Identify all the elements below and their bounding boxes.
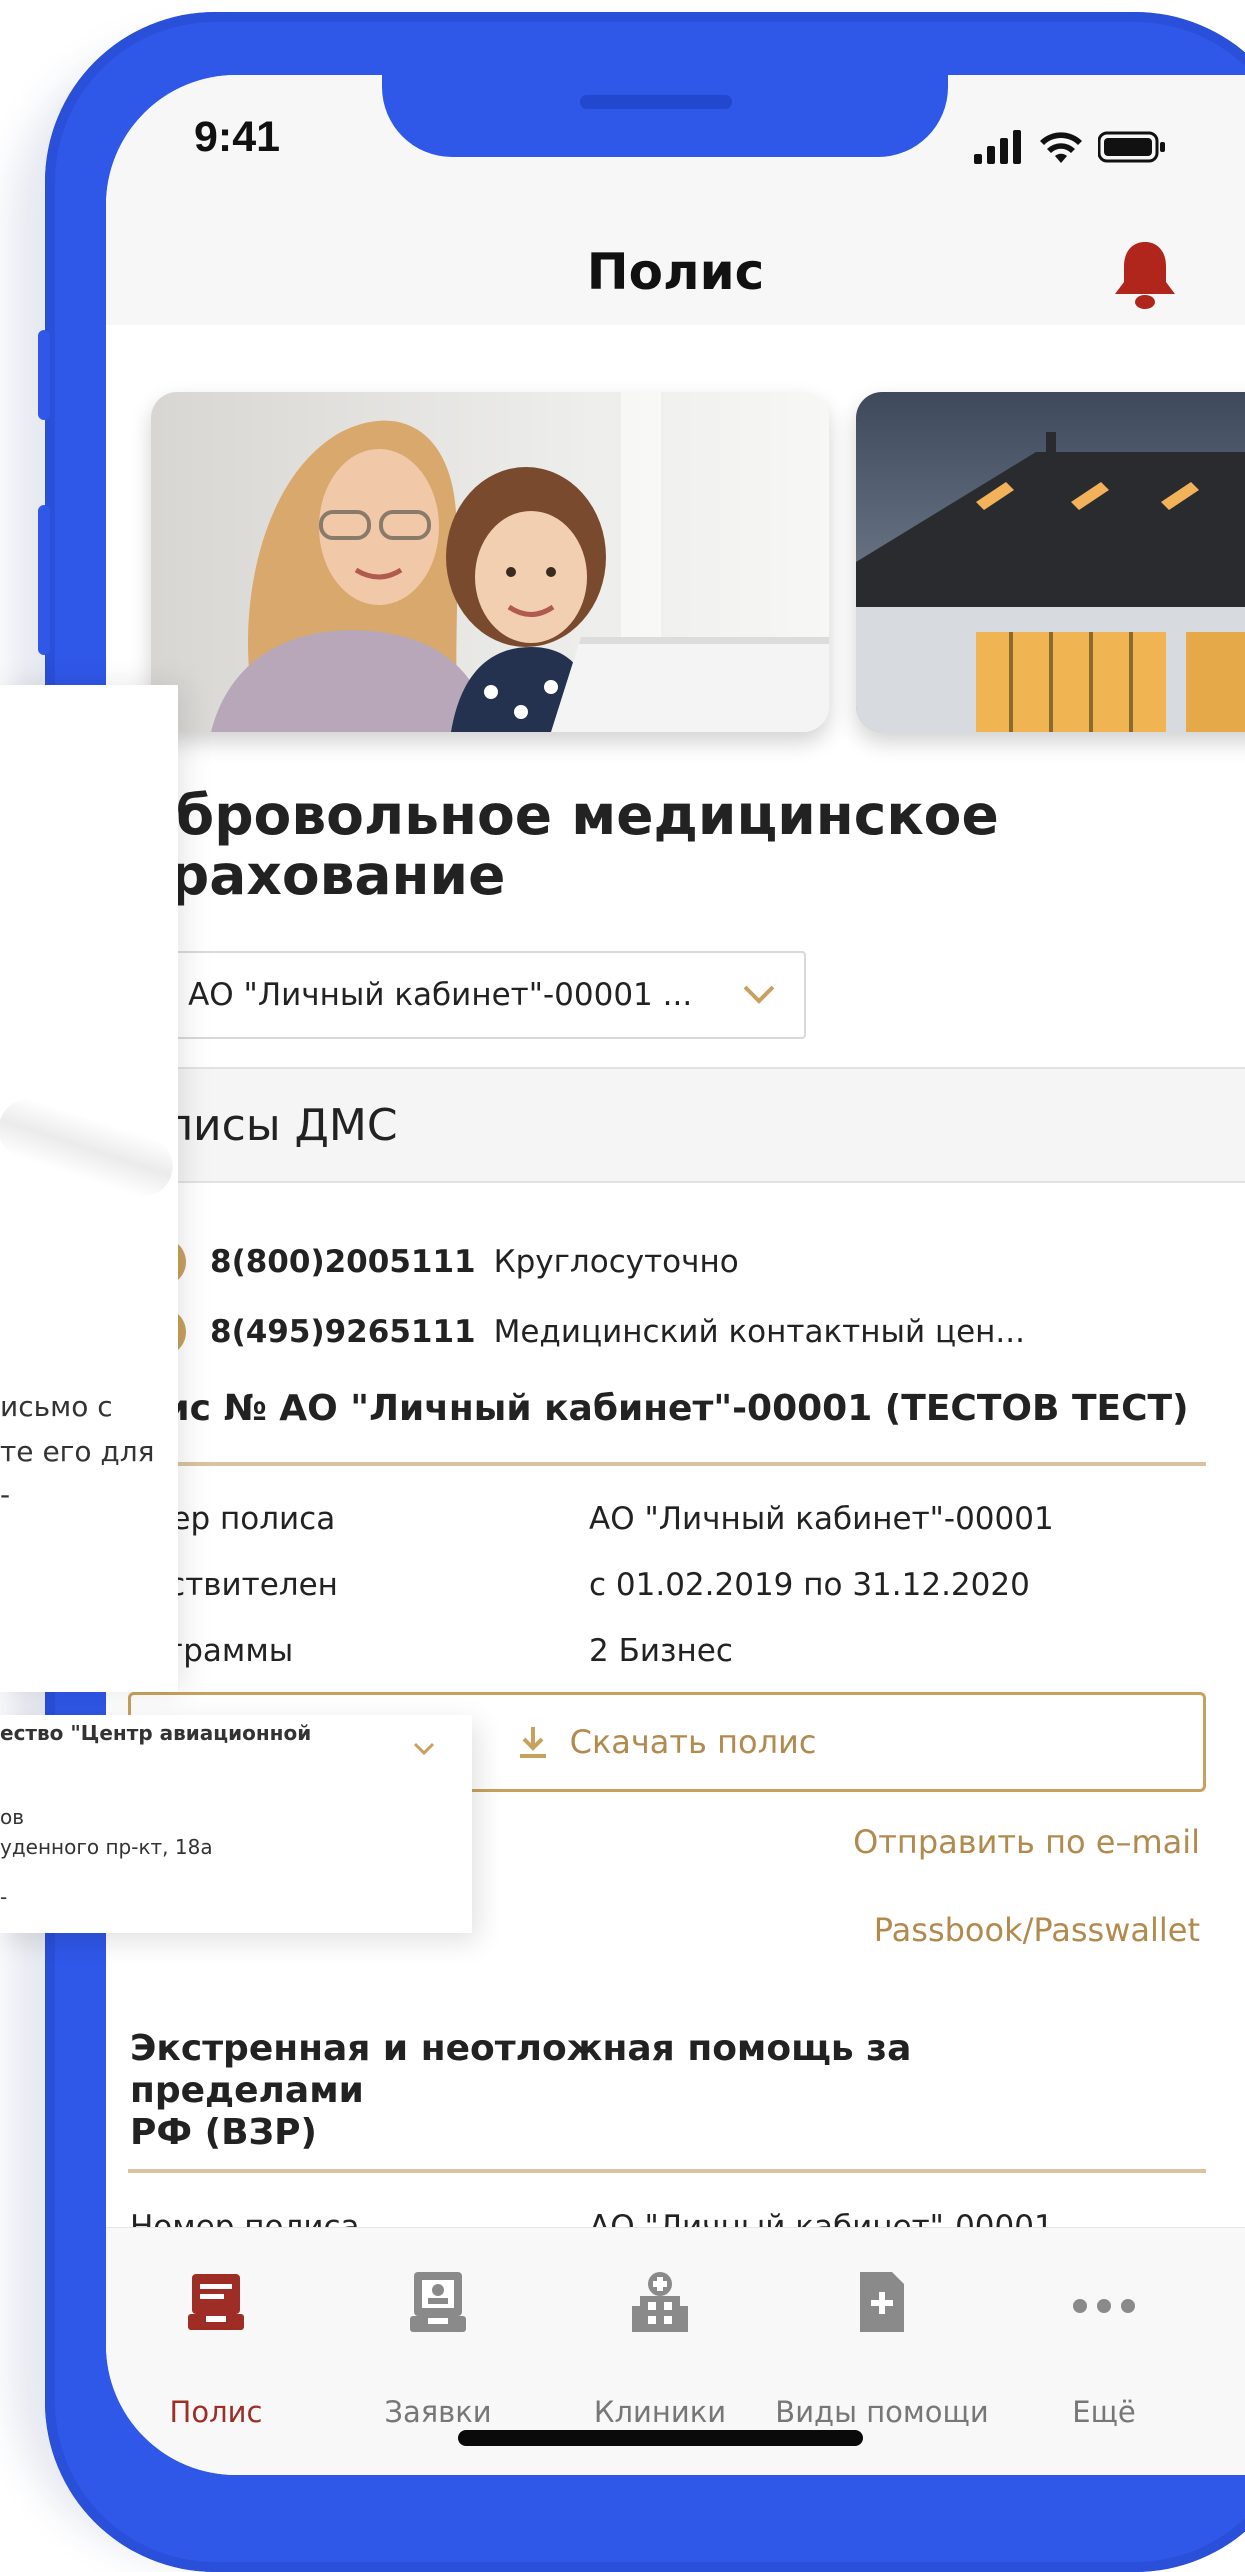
overlay-address: уденного пр-кт, 18а [0, 1835, 213, 1859]
passbook-link[interactable]: Passbook/Passwallet [874, 1911, 1200, 1949]
overlay-line-2: ов [0, 1805, 25, 1829]
battery-icon [1098, 131, 1165, 163]
phone-line-hotline[interactable]: 8(800)2005111 Круглосуточно [138, 1237, 739, 1287]
side-button-mid [38, 505, 50, 655]
overlay-text-2: те его для [0, 1435, 155, 1468]
status-time: 9:41 [194, 113, 281, 161]
phone-number: 8(495)9265111 [210, 1314, 476, 1350]
section-title: обровольное медицинское трахование [138, 785, 1238, 905]
download-label: Скачать полис [569, 1723, 817, 1761]
overlay-line-4: - [0, 1885, 8, 1909]
house-photo [856, 392, 1245, 732]
tab-label: Заявки [384, 2395, 492, 2429]
requests-icon [328, 2270, 548, 2334]
wifi-icon [1040, 132, 1082, 163]
policy-select[interactable]: № АО "Личный кабинет"-00001 ... [106, 951, 806, 1039]
phone-description: Круглосуточно [493, 1244, 739, 1280]
send-email-link[interactable]: Отправить по e–mail [853, 1823, 1200, 1861]
family-photo [151, 392, 829, 732]
tab-label: Клиники [593, 2395, 727, 2429]
section-title-line1: обровольное медицинское [138, 783, 999, 847]
banner-family[interactable] [151, 392, 829, 732]
phone-number: 8(800)2005111 [210, 1244, 476, 1280]
banner-house[interactable] [856, 392, 1245, 732]
notch [382, 75, 948, 157]
overlay-card-address: ество "Центр авиационной ов уденного пр-… [0, 1715, 472, 1933]
side-button-top [38, 330, 50, 420]
dms-section-header[interactable]: олисы ДМС [106, 1067, 1245, 1183]
overlay-text-1: исьмо с [0, 1390, 113, 1423]
clinics-icon [550, 2270, 770, 2334]
home-indicator[interactable] [458, 2430, 863, 2446]
download-icon [519, 1727, 546, 1758]
speaker [580, 95, 732, 109]
policy-icon [106, 2270, 326, 2334]
more-icon [994, 2270, 1214, 2334]
status-bar: 9:41 Полис [106, 75, 1245, 325]
signal-icon [974, 130, 1021, 164]
tab-label: Виды помощи [775, 2395, 989, 2429]
page-title: Полис [586, 243, 765, 301]
phone-description: Медицинский контактный цен... [493, 1314, 1025, 1350]
phone-line-medical[interactable]: 8(495)9265111 Медицинский контактный цен… [138, 1307, 1025, 1357]
bell-icon[interactable] [1110, 238, 1180, 314]
tab-label: Полис [169, 2395, 263, 2429]
chevron-down-icon [743, 985, 775, 1004]
policy-select-value: № АО "Личный кабинет"-00001 ... [146, 977, 693, 1013]
help-types-icon [772, 2270, 992, 2334]
tab-label: Ещё [1072, 2395, 1136, 2429]
overlay-text-3: - [0, 1478, 11, 1511]
section-title-line2: трахование [138, 843, 506, 907]
chevron-down-icon [413, 1742, 435, 1756]
overlay-company: ество "Центр авиационной [0, 1721, 312, 1745]
status-icons [974, 127, 1166, 167]
